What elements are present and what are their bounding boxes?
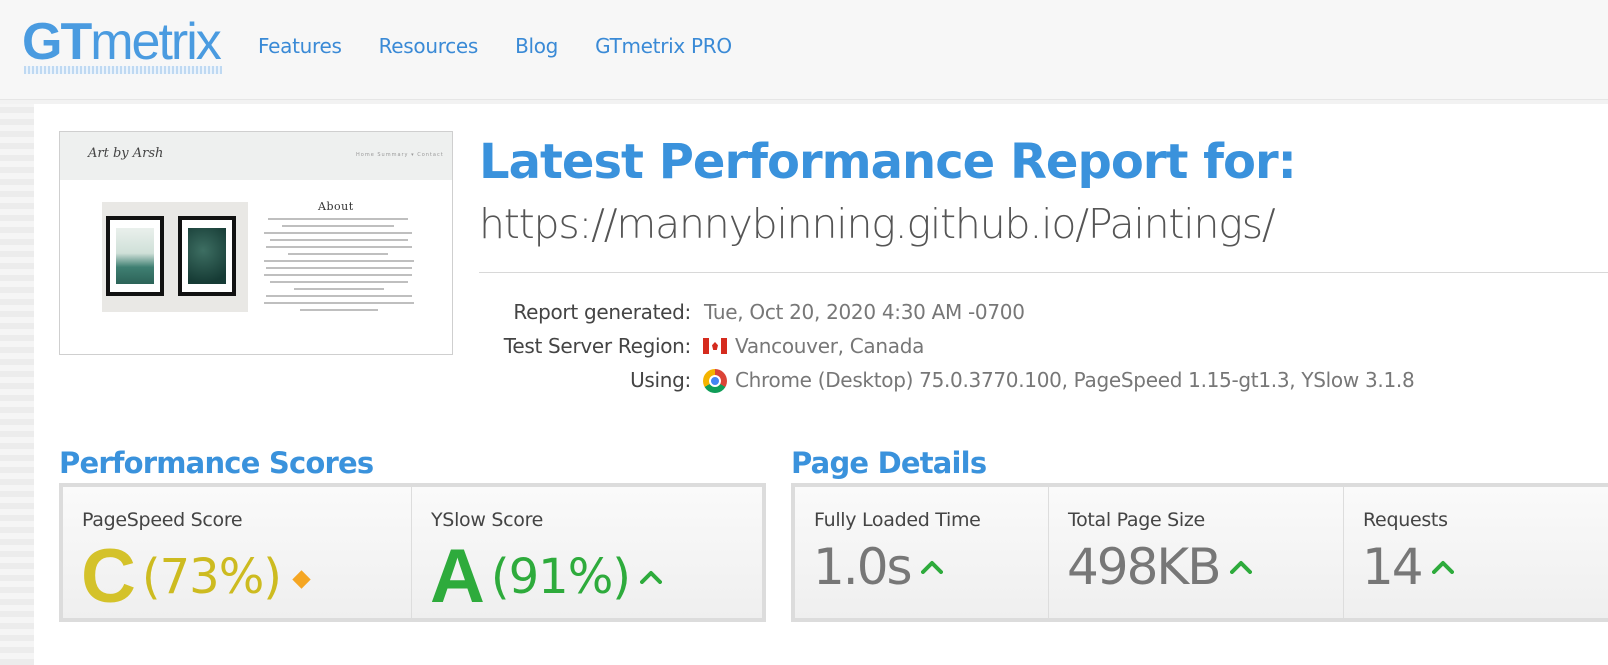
thumb-about-title: About bbox=[318, 200, 354, 213]
requests-number: 14 bbox=[1362, 538, 1424, 596]
trend-up-icon bbox=[640, 571, 663, 584]
trend-up-icon bbox=[1431, 561, 1454, 574]
server-region-row: Test Server Region: Vancouver, Canada bbox=[0, 334, 1608, 360]
yslow-percent: (91%) bbox=[490, 549, 631, 605]
using-value: Chrome (Desktop) 75.0.3770.100, PageSpee… bbox=[735, 368, 1415, 392]
thumb-wall-photo bbox=[102, 202, 248, 312]
fully-loaded-time-number: 1.0s bbox=[813, 538, 913, 596]
logo-metrix: metrix bbox=[90, 13, 222, 71]
nav-features[interactable]: Features bbox=[258, 34, 342, 58]
thumb-frame-left bbox=[106, 216, 164, 296]
requests-cell[interactable]: Requests 14 bbox=[1344, 487, 1608, 618]
total-page-size-label: Total Page Size bbox=[1068, 509, 1205, 531]
report-generated-row: Report generated: Tue, Oct 20, 2020 4:30… bbox=[0, 300, 1608, 326]
report-generated-value: Tue, Oct 20, 2020 4:30 AM -0700 bbox=[704, 300, 1025, 324]
gtmetrix-logo[interactable]: GTmetrix bbox=[22, 13, 222, 71]
pagespeed-score-label: PageSpeed Score bbox=[82, 509, 243, 531]
fully-loaded-time-value: 1.0s bbox=[813, 537, 943, 597]
neutral-diamond-icon bbox=[292, 569, 311, 589]
canada-flag-icon bbox=[703, 338, 727, 354]
page-details-box: Fully Loaded Time 1.0s Total Page Size 4… bbox=[791, 483, 1608, 622]
trend-up-icon bbox=[920, 561, 943, 574]
server-region-label: Test Server Region: bbox=[503, 334, 692, 358]
yslow-score-cell[interactable]: YSlow Score A (91%) bbox=[412, 487, 762, 618]
yslow-grade: A bbox=[430, 534, 485, 619]
logo-gt: GT bbox=[22, 13, 92, 71]
thumb-nav: Home Summary ▾ Contact bbox=[356, 152, 444, 158]
total-page-size-number: 498KB bbox=[1067, 538, 1222, 596]
trend-up-icon bbox=[1229, 561, 1252, 574]
report-title: Latest Performance Report for: bbox=[479, 134, 1297, 190]
pagespeed-grade: C bbox=[81, 534, 136, 619]
pagespeed-score-cell[interactable]: PageSpeed Score C (73%) bbox=[63, 487, 412, 618]
nav-gtmetrix-pro[interactable]: GTmetrix PRO bbox=[595, 34, 732, 58]
server-region-value: Vancouver, Canada bbox=[735, 334, 925, 358]
total-page-size-cell[interactable]: Total Page Size 498KB bbox=[1049, 487, 1344, 618]
chrome-icon bbox=[703, 369, 727, 393]
site-header: GTmetrix Features Resources Blog GTmetri… bbox=[0, 0, 1608, 100]
title-divider bbox=[479, 272, 1608, 273]
thumb-frame-right bbox=[178, 216, 236, 296]
pagespeed-score-value: C (73%) bbox=[81, 534, 311, 619]
performance-scores-heading: Performance Scores bbox=[59, 446, 374, 480]
logo-underline bbox=[24, 66, 222, 74]
requests-value: 14 bbox=[1362, 537, 1454, 597]
using-row: Using: Chrome (Desktop) 75.0.3770.100, P… bbox=[0, 368, 1608, 394]
requests-label: Requests bbox=[1363, 509, 1448, 531]
using-label: Using: bbox=[630, 368, 691, 392]
nav-blog[interactable]: Blog bbox=[515, 34, 558, 58]
thumb-brand: Art by Arsh bbox=[88, 146, 164, 161]
yslow-score-value: A (91%) bbox=[430, 534, 663, 619]
fully-loaded-time-label: Fully Loaded Time bbox=[814, 509, 981, 531]
page-details-heading: Page Details bbox=[791, 446, 987, 480]
report-url[interactable]: https://mannybinning.github.io/Paintings… bbox=[479, 200, 1276, 248]
pagespeed-percent: (73%) bbox=[141, 549, 282, 605]
nav-resources[interactable]: Resources bbox=[379, 34, 479, 58]
yslow-score-label: YSlow Score bbox=[431, 509, 544, 531]
fully-loaded-time-cell[interactable]: Fully Loaded Time 1.0s bbox=[795, 487, 1049, 618]
performance-scores-box: PageSpeed Score C (73%) YSlow Score A (9… bbox=[59, 483, 766, 622]
thumb-painting-right bbox=[188, 228, 226, 284]
total-page-size-value: 498KB bbox=[1067, 537, 1252, 597]
thumb-painting-left bbox=[116, 228, 154, 284]
report-generated-label: Report generated: bbox=[513, 300, 691, 324]
main-nav: Features Resources Blog GTmetrix PRO bbox=[258, 34, 732, 58]
